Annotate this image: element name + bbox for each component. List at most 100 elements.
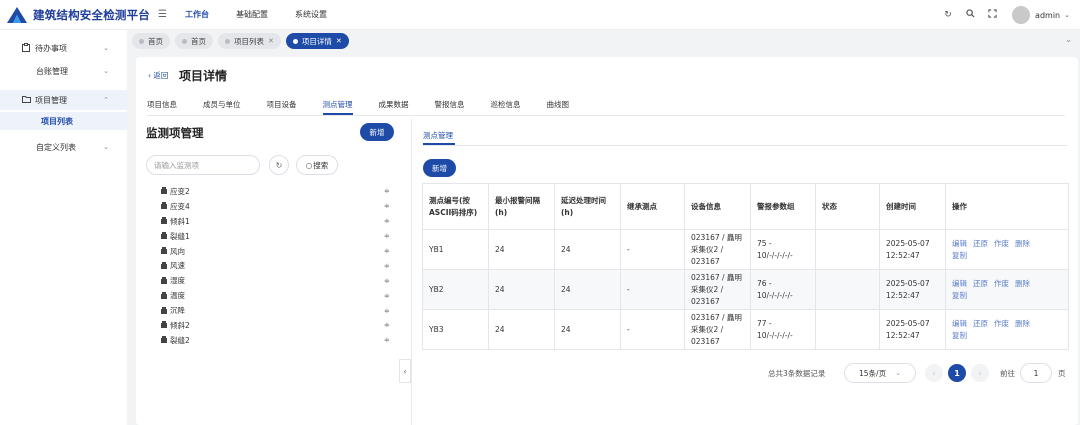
tag-home-1[interactable]: 首页 xyxy=(132,33,170,49)
cell-delay: 24 xyxy=(554,269,621,310)
tag-project-list[interactable]: 项目列表 ✕ xyxy=(218,33,281,49)
tree-item[interactable]: 倾斜1 ≑ xyxy=(146,214,396,229)
copy-button[interactable]: 复制 xyxy=(952,331,967,340)
tag-dot xyxy=(139,38,144,44)
sidebar-item-todo[interactable]: 待办事项 ⌄ xyxy=(0,38,127,58)
tab-devices[interactable]: 项目设备 xyxy=(267,99,297,115)
tag-label: 项目列表 xyxy=(234,36,264,46)
search-button[interactable]: ○ 搜索 xyxy=(296,155,338,175)
goto-page-input[interactable]: 1 xyxy=(1020,363,1052,383)
tab-divider xyxy=(423,145,1068,146)
tab-point-management[interactable]: 测点管理 xyxy=(322,99,353,115)
sidebar-item-label: 待办事项 xyxy=(35,43,67,53)
tree-item[interactable]: 裂缝1 ≑ xyxy=(146,229,396,244)
add-point-button[interactable]: 新增 xyxy=(423,159,456,177)
void-button[interactable]: 作废 xyxy=(994,319,1009,328)
building-icon xyxy=(160,232,169,240)
nav-workbench[interactable]: 工作台 xyxy=(185,9,209,20)
edit-button[interactable]: 编辑 xyxy=(952,279,967,288)
void-button[interactable]: 作废 xyxy=(994,239,1009,248)
col-alarm-params: 警报参数组 xyxy=(750,183,816,230)
collapse-panel-button[interactable]: ‹ xyxy=(399,359,411,383)
nav-system-settings[interactable]: 系统设置 xyxy=(295,9,327,20)
sidebar-item-ledger[interactable]: 台账管理 ⌄ xyxy=(0,62,127,80)
drag-handle-icon[interactable]: ≑ xyxy=(384,232,390,240)
page-size-select[interactable]: 15条/页 ⌄ xyxy=(844,363,916,383)
menu-toggle-icon[interactable]: ☰ xyxy=(158,9,167,20)
reset-button[interactable]: ↻ xyxy=(269,155,289,175)
back-link[interactable]: ‹ 返回 xyxy=(148,70,168,81)
tab-point-list[interactable]: 测点管理 xyxy=(423,130,453,141)
tag-label: 首页 xyxy=(191,36,206,46)
tree-item[interactable]: 温度 ≑ xyxy=(146,288,396,303)
close-icon[interactable]: ✕ xyxy=(268,37,274,45)
tab-project-info[interactable]: 项目信息 xyxy=(147,99,177,115)
header-actions: ↻ admin ⌄ xyxy=(937,0,1080,30)
tab-result-data[interactable]: 成果数据 xyxy=(379,99,409,115)
tree-item[interactable]: 裂缝2 ≑ xyxy=(146,333,396,348)
cell-status xyxy=(815,229,880,270)
building-icon xyxy=(160,276,169,285)
drag-handle-icon[interactable]: ≑ xyxy=(384,336,390,344)
drag-handle-icon[interactable]: ≑ xyxy=(384,202,390,210)
chevron-down-icon[interactable]: ⌄ xyxy=(1065,35,1072,44)
cell-device: 023167 / 矗明采集仪2 / 023167 xyxy=(684,269,751,310)
username[interactable]: admin xyxy=(1035,11,1060,20)
tag-home-2[interactable]: 首页 xyxy=(175,33,213,49)
refresh-icon[interactable]: ↻ xyxy=(937,10,959,20)
restore-button[interactable]: 还原 xyxy=(973,239,988,248)
edit-button[interactable]: 编辑 xyxy=(952,239,967,248)
close-icon[interactable]: ✕ xyxy=(336,37,342,45)
prev-page-button[interactable]: ‹ xyxy=(925,364,943,382)
nav-basic-config[interactable]: 基础配置 xyxy=(236,9,268,20)
brand-title: 建筑结构安全检测平台 xyxy=(33,7,150,22)
copy-button[interactable]: 复制 xyxy=(952,251,967,260)
tab-alarm-info[interactable]: 警报信息 xyxy=(435,99,465,115)
col-device: 设备信息 xyxy=(684,183,751,230)
delete-button[interactable]: 删除 xyxy=(1015,239,1030,248)
restore-button[interactable]: 还原 xyxy=(973,279,988,288)
tree-item[interactable]: 应变2 ≑ xyxy=(146,184,396,199)
tree-item[interactable]: 风速 ≑ xyxy=(146,258,396,273)
monitor-search-input[interactable]: 请输入监测项 xyxy=(146,155,260,175)
drag-handle-icon[interactable]: ≑ xyxy=(384,247,390,255)
drag-handle-icon[interactable]: ≑ xyxy=(384,262,390,270)
tree-item[interactable]: 应变4 ≑ xyxy=(146,199,396,214)
drag-handle-icon[interactable]: ≑ xyxy=(384,187,390,195)
void-button[interactable]: 作废 xyxy=(994,279,1009,288)
drag-handle-icon[interactable]: ≑ xyxy=(384,321,390,329)
edit-button[interactable]: 编辑 xyxy=(952,319,967,328)
chevron-down-icon[interactable]: ⌄ xyxy=(1064,11,1070,19)
restore-button[interactable]: 还原 xyxy=(973,319,988,328)
drag-handle-icon[interactable]: ≑ xyxy=(384,292,390,300)
tab-inspection[interactable]: 巡检信息 xyxy=(491,99,521,115)
delete-button[interactable]: 删除 xyxy=(1015,319,1030,328)
tree-item-label: 裂缝1 xyxy=(170,231,190,241)
page-number-button[interactable]: 1 xyxy=(948,364,966,382)
delete-button[interactable]: 删除 xyxy=(1015,279,1030,288)
drag-handle-icon[interactable]: ≑ xyxy=(384,277,390,285)
copy-button[interactable]: 复制 xyxy=(952,291,967,300)
tree-item[interactable]: 湿度 ≑ xyxy=(146,273,396,288)
tab-curves[interactable]: 曲线图 xyxy=(547,99,570,115)
chevron-left-icon: ‹ xyxy=(403,366,407,376)
tree-item[interactable]: 沉降 ≑ xyxy=(146,303,396,318)
tree-item[interactable]: 风向 ≑ xyxy=(146,244,396,259)
drag-handle-icon[interactable]: ≑ xyxy=(384,307,390,315)
building-icon xyxy=(160,202,169,210)
tab-members[interactable]: 成员与单位 xyxy=(203,99,241,115)
cell-device: 023167 / 矗明采集仪2 / 023167 xyxy=(684,229,751,270)
avatar[interactable] xyxy=(1012,6,1031,24)
next-page-button[interactable]: › xyxy=(971,364,989,382)
sidebar-item-project-management[interactable]: 项目管理 ⌃ xyxy=(0,90,127,110)
fullscreen-icon[interactable] xyxy=(981,9,1003,21)
drag-handle-icon[interactable]: ≑ xyxy=(384,217,390,225)
add-monitor-item-button[interactable]: 新增 xyxy=(360,123,394,141)
tag-project-detail[interactable]: 项目详情 ✕ xyxy=(285,33,349,49)
search-icon[interactable] xyxy=(959,9,981,21)
tree-item[interactable]: 倾斜2 ≑ xyxy=(146,318,396,333)
table-row: YB1 24 24 - 023167 / 矗明采集仪2 / 023167 75 … xyxy=(422,229,1069,270)
sidebar-item-custom-list[interactable]: 自定义列表 ⌄ xyxy=(0,138,127,156)
sidebar-item-project-list[interactable]: 项目列表 xyxy=(0,112,127,130)
chevron-down-icon: ⌄ xyxy=(895,369,901,377)
